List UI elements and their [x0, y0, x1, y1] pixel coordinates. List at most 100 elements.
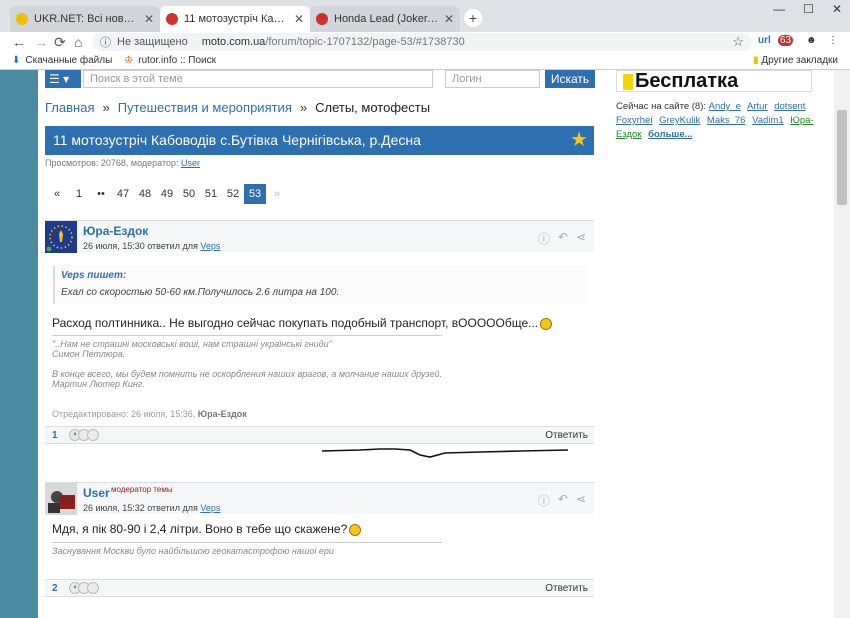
breadcrumb-home[interactable]: Главная [45, 100, 94, 115]
moto-favicon-icon [316, 13, 328, 25]
quote-icon[interactable]: ↶ [558, 492, 568, 509]
online-user-link[interactable]: Andy_e [709, 101, 741, 112]
home-icon[interactable]: ⌂ [74, 34, 82, 50]
forum-post: Юра-Ездок 26 июля, 15:30 ответил для Vep… [45, 220, 594, 450]
address-bar[interactable]: ⓘ Не защищено moto.com.ua/forum/topic-17… [92, 33, 752, 51]
pager-next[interactable]: » [266, 184, 288, 204]
search-button[interactable]: Искать [545, 70, 595, 88]
reply-button[interactable]: Ответить [545, 430, 588, 441]
tab-moto-forum[interactable]: 11 мотозустріч Кабоводів с.Бутівка ✕ [160, 6, 310, 32]
topic-title-bar: 11 мотозустріч Кабоводів с.Бутівка Черні… [45, 126, 594, 155]
bookmark-rutor[interactable]: ♔ rutor.info :: Поиск [124, 55, 216, 66]
not-secure-label: Не защищено [117, 36, 188, 48]
signature-divider [52, 335, 442, 336]
download-icon: ⬇ [12, 55, 21, 66]
online-user-link[interactable]: Foxyrhei [616, 115, 652, 126]
post-number[interactable]: 2 [52, 583, 58, 594]
forum-page: ☰ ▾ Поиск в этой теме Логин Искать Главн… [38, 70, 612, 618]
pager-page[interactable]: 48 [134, 184, 156, 204]
reply-to-link[interactable]: Veps [200, 241, 220, 251]
pager-page[interactable]: 49 [156, 184, 178, 204]
topic-search-input[interactable]: Поиск в этой теме [83, 70, 433, 88]
like-icon[interactable] [87, 582, 99, 594]
tab-title: UKR.NET: Всі новини України, ос [34, 13, 140, 25]
signature-divider [52, 542, 442, 543]
online-user-link[interactable]: dotsent [774, 101, 805, 112]
quote-text: Ехал со скоростью 50-60 км.Получилось 2.… [61, 287, 340, 298]
signature-line: Симон Петлюра. [52, 349, 126, 359]
online-user-link[interactable]: Artur [747, 101, 768, 112]
maximize-icon[interactable]: ☐ [803, 2, 814, 16]
post-actions: ⓘ ↶ ⋖ [538, 230, 586, 247]
post-date-text: 26 июля, 15:30 ответил для [83, 241, 201, 251]
tab-ukrnet[interactable]: UKR.NET: Всі новини України, ос ✕ [10, 6, 160, 32]
profile-icon[interactable]: ☻ [806, 35, 817, 46]
bookmark-label: rutor.info :: Поиск [138, 55, 216, 66]
post-author[interactable]: Юра-Ездок [83, 224, 148, 238]
forum-menu-button[interactable]: ☰ ▾ [45, 70, 81, 88]
new-tab-button[interactable]: + [464, 9, 482, 27]
reply-to-link[interactable]: Veps [200, 503, 220, 513]
more-users-link[interactable]: больше... [648, 129, 692, 140]
besplatka-banner[interactable]: Бесплатка [616, 70, 812, 92]
signature-spacer [52, 359, 442, 369]
menu-kebab-icon[interactable]: ⋮ [828, 35, 838, 46]
online-user-link[interactable]: Vadim1 [752, 115, 784, 126]
pager-page[interactable]: 52 [222, 184, 244, 204]
pager-page[interactable]: 47 [112, 184, 134, 204]
report-icon[interactable]: ⓘ [538, 230, 550, 247]
pager-page[interactable]: 1 [68, 184, 90, 204]
minimize-icon[interactable]: — [773, 2, 785, 16]
share-icon[interactable]: ⋖ [576, 230, 586, 247]
right-sidebar: Бесплатка Сейчас на сайте (8): Andy_e Ar… [612, 70, 834, 618]
tab-title: Honda Lead (Joker, Cabina): Тем [334, 13, 440, 25]
other-bookmarks[interactable]: ▮ Другие закладки [753, 55, 838, 66]
tab-title: 11 мотозустріч Кабоводів с.Бутівка [184, 13, 290, 25]
edited-text: Отредактировано: 26 июля, 15:36, [52, 409, 198, 419]
report-icon[interactable]: ⓘ [538, 492, 550, 509]
url-extension-icon[interactable]: url [758, 35, 771, 46]
post-number[interactable]: 1 [52, 430, 58, 441]
bookmark-label: Скачанные файлы [25, 55, 113, 66]
topic-meta: Просмотров: 20768, модератор: User [45, 158, 200, 168]
bookmark-downloads[interactable]: ⬇ Скачанные файлы [12, 55, 112, 66]
online-user-link[interactable]: GreyKulik [659, 115, 700, 126]
share-icon[interactable]: ⋖ [576, 492, 586, 509]
close-tab-icon[interactable]: ✕ [444, 12, 454, 26]
reply-button[interactable]: Ответить [545, 583, 588, 594]
pager-page[interactable]: 50 [178, 184, 200, 204]
pager-ellipsis: •• [97, 188, 105, 200]
scrollbar-thumb[interactable] [837, 110, 847, 205]
like-icon[interactable] [87, 429, 99, 441]
reload-icon[interactable]: ⟳ [54, 34, 66, 51]
extension-badge-icon[interactable]: 63 [778, 35, 794, 46]
page-scrollbar[interactable] [834, 70, 850, 618]
close-window-icon[interactable]: ✕ [832, 2, 842, 16]
signature-line: "..Нам не страшні московські воші, нам с… [52, 339, 332, 349]
breadcrumb-travel[interactable]: Путешествия и мероприятия [118, 100, 292, 115]
smiley-icon [349, 523, 362, 536]
moderator-badge: модератор темы [111, 485, 173, 494]
quote-icon[interactable]: ↶ [558, 230, 568, 247]
favorite-star-icon[interactable]: ★ [570, 130, 588, 150]
close-tab-icon[interactable]: ✕ [294, 12, 304, 26]
online-user-link[interactable]: Maks_76 [707, 115, 746, 126]
forward-icon[interactable]: → [34, 34, 48, 50]
pager-page-current[interactable]: 53 [244, 184, 266, 204]
avatar[interactable] [45, 483, 77, 515]
views-label: Просмотров: 20768, модератор: [45, 158, 182, 168]
moderator-link[interactable]: User [181, 158, 200, 168]
signature-line: Мартин Лютер Кинг. [52, 379, 145, 389]
avatar[interactable] [45, 221, 77, 253]
post-author[interactable]: User [83, 486, 110, 500]
back-icon[interactable]: ← [12, 34, 26, 50]
pager-prev[interactable]: « [46, 184, 68, 204]
close-tab-icon[interactable]: ✕ [144, 12, 154, 26]
bookmark-star-icon[interactable]: ☆ [732, 34, 744, 50]
tab-honda-lead[interactable]: Honda Lead (Joker, Cabina): Тем ✕ [310, 6, 460, 32]
info-icon[interactable]: ⓘ [100, 34, 111, 50]
search-bar: ☰ ▾ Поиск в этой теме Логин Искать [45, 70, 595, 88]
pager-page[interactable]: 51 [200, 184, 222, 204]
login-input[interactable]: Логин [445, 70, 540, 88]
like-buttons: ♦ [69, 582, 99, 594]
